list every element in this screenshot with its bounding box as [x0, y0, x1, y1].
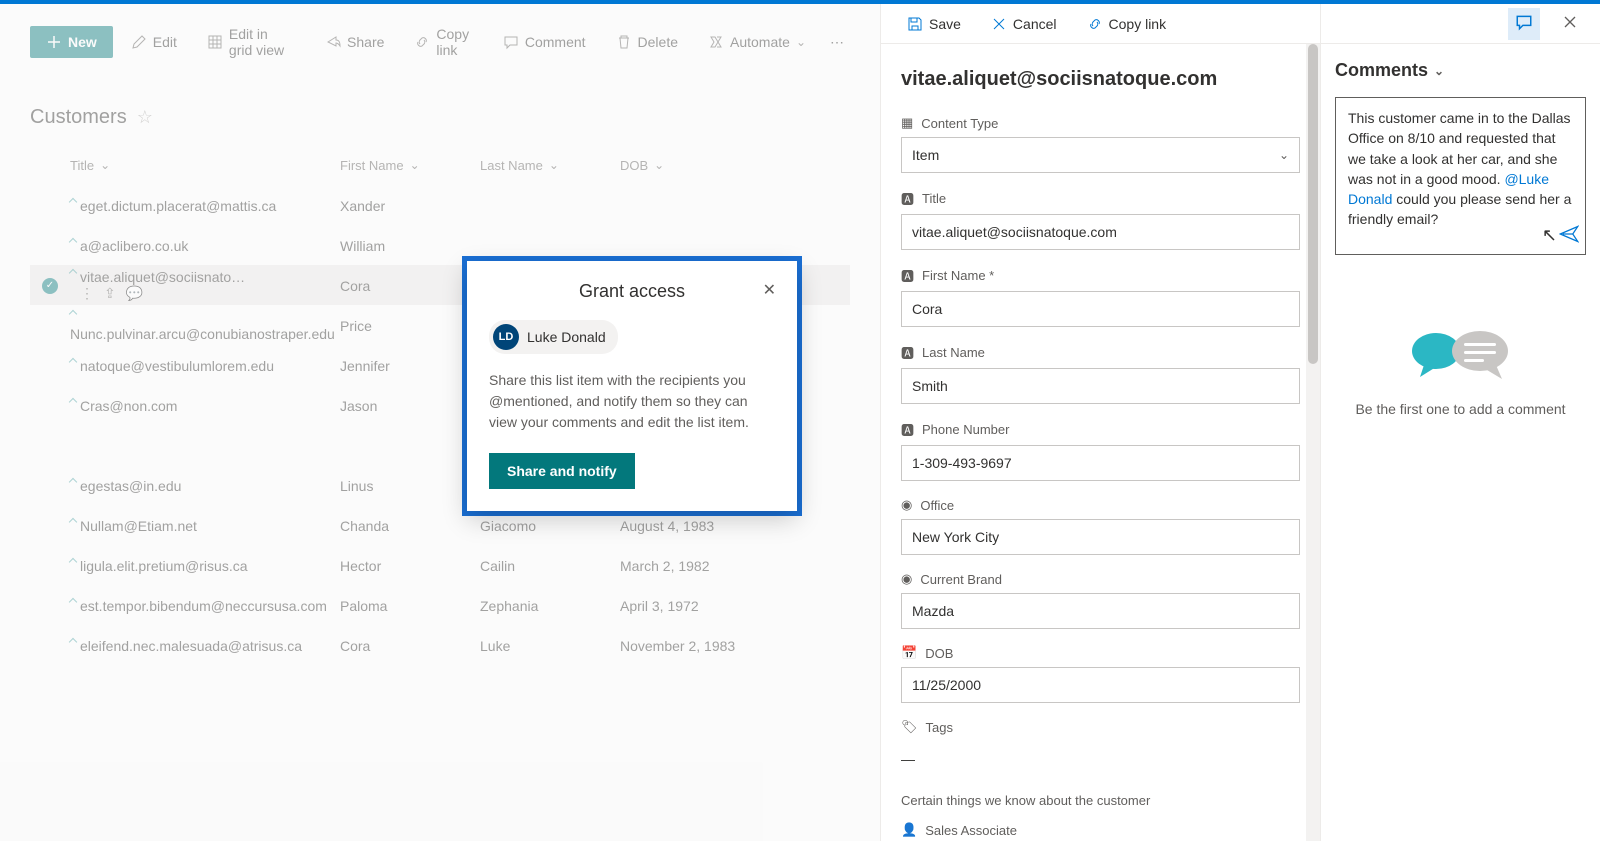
panel-save-button[interactable]: Save — [901, 12, 967, 36]
content-type-select[interactable]: Item ⌄ — [901, 137, 1300, 173]
dob-input[interactable]: 11/25/2000 — [901, 667, 1300, 703]
close-icon — [1562, 14, 1578, 33]
title-input[interactable]: vitae.aliquet@sociisnatoque.com — [901, 214, 1300, 250]
text-field-icon: 🅰 — [901, 266, 914, 285]
grant-access-dialog: Grant access ✕ LD Luke Donald Share this… — [462, 256, 802, 516]
comments-heading[interactable]: Comments ⌄ — [1321, 44, 1600, 89]
comment-icon — [1515, 13, 1533, 34]
recipient-name: Luke Donald — [527, 329, 606, 345]
tag-icon: 🏷 — [901, 719, 918, 735]
phone-input[interactable]: 1-309-493-9697 — [901, 445, 1300, 481]
dialog-title: Grant access — [579, 281, 685, 302]
panel-cancel-button[interactable]: Cancel — [985, 12, 1063, 36]
mouse-cursor-icon: ↖ — [1542, 222, 1557, 248]
tags-value[interactable]: — — [901, 741, 1300, 777]
office-input[interactable]: New York City — [901, 519, 1300, 555]
close-panel-button[interactable] — [1554, 8, 1586, 40]
toggle-comments-button[interactable] — [1508, 8, 1540, 40]
empty-comments-label: Be the first one to add a comment — [1321, 401, 1600, 417]
save-icon — [907, 16, 923, 32]
comments-pane: Comments ⌄ This customer came in to the … — [1320, 4, 1600, 841]
dialog-body-text: Share this list item with the recipients… — [489, 370, 775, 433]
comments-illustration-icon — [1321, 323, 1600, 383]
section-description: Certain things we know about the custome… — [901, 793, 1300, 808]
panel-toolbar: Save Cancel Copy link — [881, 4, 1320, 44]
text-field-icon: 🅰 — [901, 189, 914, 208]
avatar: LD — [493, 324, 519, 350]
send-icon — [1559, 231, 1579, 247]
choice-icon: ◉ — [901, 571, 912, 587]
comments-empty-state: Be the first one to add a comment — [1321, 323, 1600, 417]
last-name-input[interactable]: Smith — [901, 368, 1300, 404]
main-area: New Edit Edit in grid view Share Copy li… — [0, 4, 880, 841]
dialog-close-button[interactable]: ✕ — [763, 280, 776, 300]
first-name-input[interactable]: Cora — [901, 291, 1300, 327]
calendar-icon: 📅 — [901, 645, 917, 661]
brand-input[interactable]: Mazda — [901, 593, 1300, 629]
chevron-down-icon: ⌄ — [1434, 64, 1444, 78]
chevron-down-icon: ⌄ — [1279, 148, 1289, 162]
person-icon: 👤 — [901, 822, 917, 838]
choice-icon: ◉ — [901, 497, 912, 513]
text-field-icon: 🅰 — [901, 420, 914, 439]
details-panel: Save Cancel Copy link vitae.aliquet@soci… — [880, 4, 1320, 841]
panel-scrollbar[interactable] — [1306, 44, 1320, 841]
panel-copy-link-button[interactable]: Copy link — [1081, 12, 1173, 36]
share-and-notify-button[interactable]: Share and notify — [489, 453, 635, 489]
send-comment-button[interactable] — [1559, 224, 1579, 249]
text-field-icon: 🅰 — [901, 343, 914, 362]
close-icon: ✕ — [763, 282, 776, 299]
close-icon — [991, 16, 1007, 32]
comment-input[interactable]: This customer came in to the Dallas Offi… — [1335, 97, 1586, 255]
recipient-chip[interactable]: LD Luke Donald — [489, 320, 618, 354]
item-title: vitae.aliquet@sociisnatoque.com — [901, 68, 1300, 91]
content-type-icon: ▦ — [901, 115, 913, 131]
link-icon — [1087, 16, 1103, 32]
